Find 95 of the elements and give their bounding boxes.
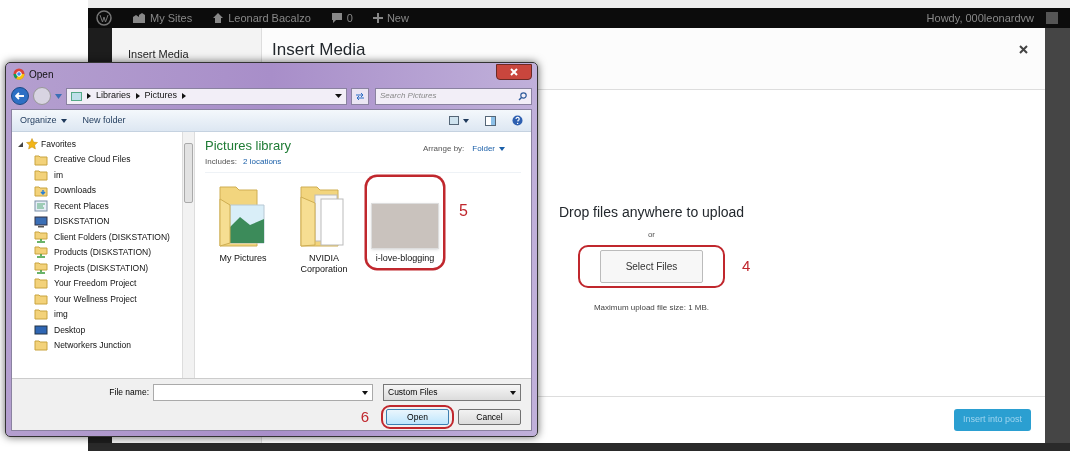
library-icon [71,91,82,101]
preview-pane-button[interactable] [485,115,496,126]
close-button[interactable] [496,64,532,80]
close-icon [1018,44,1028,54]
help-icon [512,115,523,126]
select-files-button[interactable]: Select Files [600,250,703,283]
address-bar[interactable]: Libraries Pictures [66,87,347,105]
admin-bar-link[interactable]: 0 [330,9,353,27]
folder-icon [34,292,48,305]
folder-icon [34,277,48,290]
nav-item[interactable]: Recent Places [18,199,182,213]
open-button[interactable]: Open [386,409,449,426]
back-arrow-icon [15,92,25,100]
wordpress-logo-icon [96,10,112,26]
file-name[interactable]: NVIDIA Corporation [286,252,362,275]
organize-menu[interactable]: Organize [20,113,67,128]
nav-item[interactable]: img [18,307,182,322]
step-number: 6 [360,407,369,427]
nav-item[interactable]: Products (DISKSTATION) [18,245,182,260]
file-name-field[interactable] [153,384,373,401]
nav-item[interactable]: Your Wellness Project [18,292,182,306]
step-number: 4 [742,256,751,276]
file-name[interactable]: i-love-blogging [375,252,435,264]
chevron-icon [182,93,187,99]
nav-item[interactable]: Your Freedom Project [18,276,182,291]
breadcrumb-item[interactable]: Pictures [144,89,178,103]
help-button[interactable] [512,115,523,126]
upload-limit-note: Maximum upload file size: 1 MB. [593,302,710,314]
nav-item[interactable]: im [18,168,182,182]
nav-item[interactable]: Networkers Junction [18,338,182,353]
caret-icon [55,93,62,99]
view-options-button[interactable] [449,116,469,125]
caret-icon [60,118,67,123]
admin-bar-link[interactable]: My Sites [132,9,193,27]
chevron-icon [135,93,140,99]
caret-icon [463,118,469,123]
new-folder-button[interactable]: New folder [82,113,126,128]
photo-placeholder [371,202,439,249]
view-icon [449,116,459,125]
back-button[interactable] [11,87,29,105]
speech-bubble-icon [330,12,343,24]
house-icon [212,12,225,24]
file-type-dropdown[interactable]: Custom Files [383,384,521,401]
includes-label: Includes: [205,155,238,168]
folder-with-arrow-icon [34,184,48,197]
desktop-icon [34,323,48,336]
star-icon [26,138,38,151]
dropdown-caret-icon [362,390,368,395]
nav-item[interactable]: DISKSTATION [18,214,182,229]
folder-icon [34,153,48,166]
search-icon [518,91,527,101]
greeting[interactable]: Howdy, 000leonardvw [926,9,1034,27]
folder-icon [34,308,48,321]
network-folder-icon [34,246,48,259]
arrange-by-dropdown[interactable]: Folder [472,142,505,155]
network-folder-icon [34,261,48,274]
browser-logo-icon [13,68,25,80]
breadcrumb-item[interactable]: Libraries [96,89,131,103]
dialog-title: Open [29,67,54,82]
refresh-arrows-icon [355,91,365,101]
step-number: 5 [459,200,468,221]
pane-icon [485,115,496,126]
avatar [1046,12,1058,24]
buildings-icon [132,12,146,24]
nav-group-label[interactable]: Favorites [41,138,76,151]
file-name-label: File name: [109,386,149,399]
dropdown-caret-icon [510,390,516,395]
nav-item[interactable]: Creative Cloud Files [18,152,182,167]
folder-icon [34,169,48,182]
refresh-button[interactable] [351,87,369,105]
nav-item[interactable]: Client Folders (DISKSTATION) [18,230,182,244]
admin-bar-link[interactable]: New [372,9,409,27]
file-name[interactable]: My Pictures [219,252,267,264]
plus-icon [372,13,383,23]
caret-icon [499,146,505,151]
modal-title: Insert Media [272,39,366,61]
nav-item[interactable]: Downloads [18,183,182,198]
chevron-icon [87,93,91,99]
nav-item[interactable]: Desktop [18,323,182,337]
network-folder-icon [34,231,48,243]
search-input[interactable]: Search Pictures [380,90,518,102]
upload-heading: Drop files anywhere to upload [558,203,745,222]
search-field[interactable]: Search Pictures [375,87,532,105]
library-title: Pictures library [205,137,291,155]
admin-bar-link[interactable]: Leonard Bacalzo [212,9,311,27]
computer-icon [34,215,48,228]
close-icon [510,68,518,76]
arrange-by-label: Arrange by: [422,142,465,155]
or-label: or [647,229,656,241]
folder-icon [34,339,48,352]
recent-places-icon [34,200,48,213]
cancel-button[interactable]: Cancel [458,409,521,426]
dropdown-caret-icon [335,94,342,98]
nav-item[interactable]: Projects (DISKSTATION) [18,261,182,275]
locations-link[interactable]: 2 locations [243,155,282,168]
